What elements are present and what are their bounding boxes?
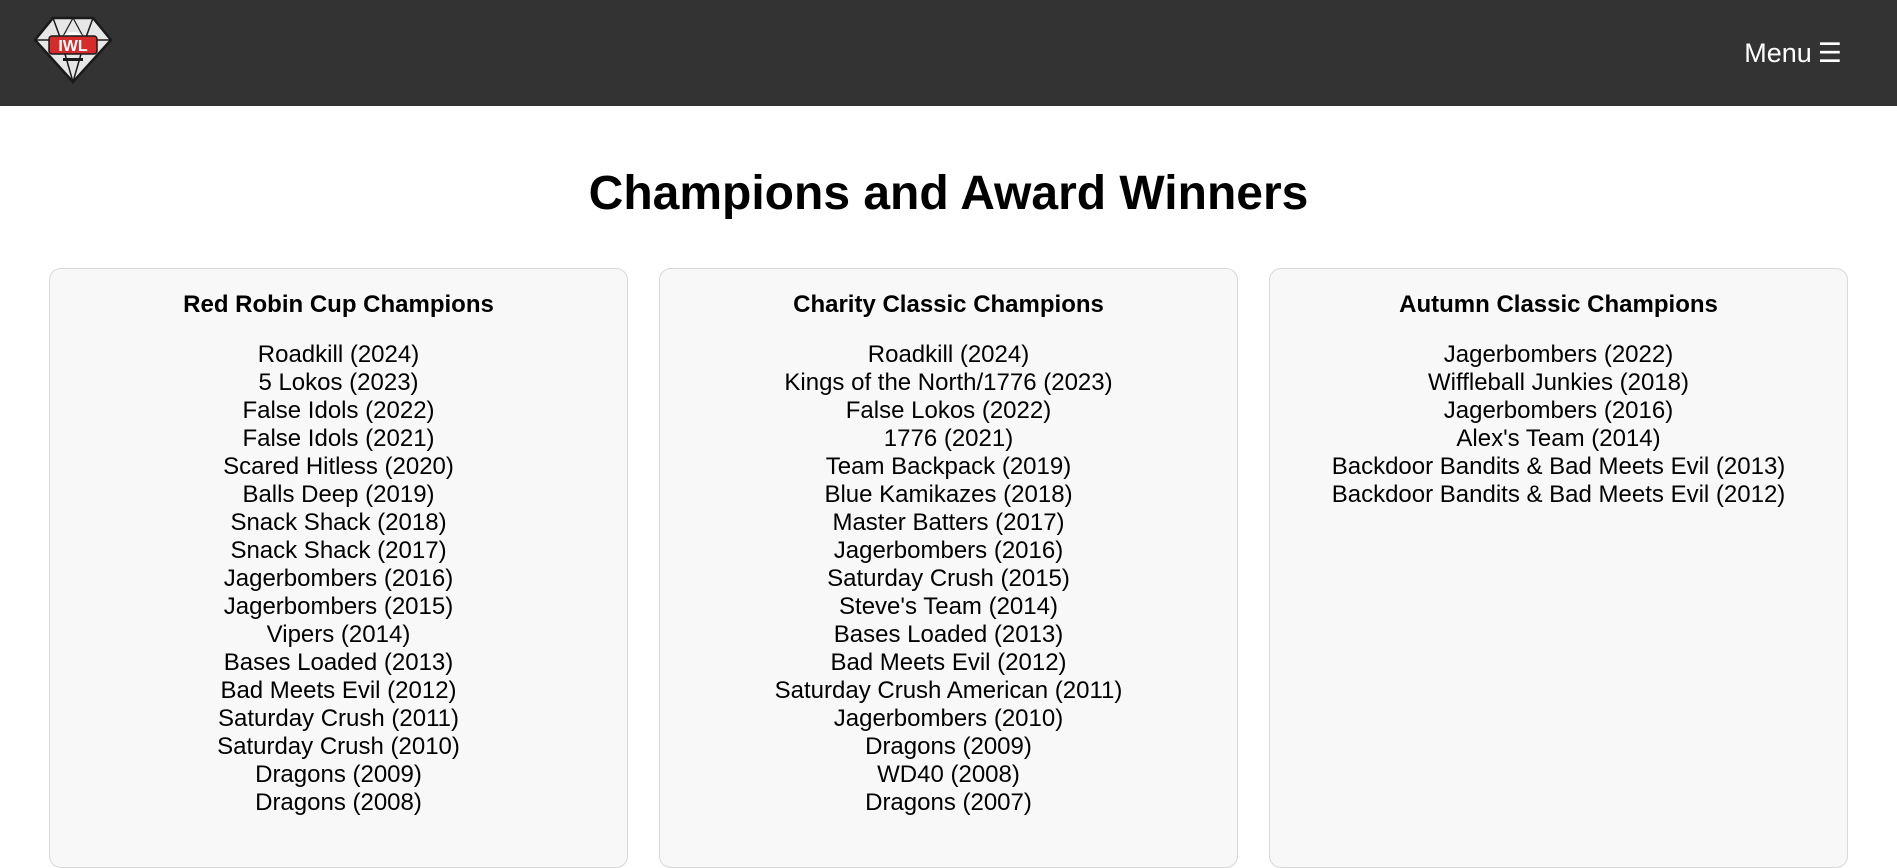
list-item: Jagerbombers (2022)	[1443, 341, 1674, 368]
list-item: Blue Kamikazes (2018)	[824, 481, 1073, 508]
list-item: Wiffleball Junkies (2018)	[1427, 369, 1689, 396]
list-item: Dragons (2009)	[865, 733, 1032, 760]
card-title: Autumn Classic Champions	[1399, 291, 1718, 318]
list-item: Bad Meets Evil (2012)	[830, 649, 1067, 676]
list-item: Dragons (2009)	[255, 761, 422, 788]
list-item: Balls Deep (2019)	[242, 481, 435, 508]
champions-list: Jagerbombers (2022) Wiffleball Junkies (…	[1270, 319, 1847, 509]
list-item: Alex's Team (2014)	[1456, 425, 1661, 452]
list-item: Jagerbombers (2015)	[223, 593, 454, 620]
list-item: Bases Loaded (2013)	[223, 649, 454, 676]
diamond-logo-icon: IWL	[33, 16, 113, 85]
menu-label: Menu	[1744, 38, 1812, 68]
menu-button[interactable]: Menu ☰	[1744, 36, 1842, 70]
list-item: Jagerbombers (2016)	[223, 565, 454, 592]
list-item: Kings of the North/1776 (2023)	[784, 369, 1113, 396]
list-item: Saturday Crush American (2011)	[774, 677, 1123, 704]
list-item: 5 Lokos (2023)	[258, 369, 419, 396]
champions-list: Roadkill (2024) Kings of the North/1776 …	[660, 319, 1237, 817]
list-item: Backdoor Bandits & Bad Meets Evil (2013)	[1331, 453, 1786, 480]
list-item: Jagerbombers (2010)	[833, 705, 1064, 732]
champions-list: Roadkill (2024) 5 Lokos (2023) False Ido…	[50, 319, 627, 817]
list-item: Team Backpack (2019)	[825, 453, 1072, 480]
list-item: False Lokos (2022)	[845, 397, 1052, 424]
list-item: Backdoor Bandits & Bad Meets Evil (2012)	[1331, 481, 1786, 508]
list-item: Saturday Crush (2010)	[217, 733, 460, 760]
list-item: Steve's Team (2014)	[839, 593, 1058, 620]
card-red-robin-cup: Red Robin Cup Champions Roadkill (2024) …	[49, 268, 628, 868]
list-item: Saturday Crush (2015)	[827, 565, 1070, 592]
list-item: Roadkill (2024)	[257, 341, 420, 368]
list-item: Scared Hitless (2020)	[223, 453, 454, 480]
card-title: Red Robin Cup Champions	[183, 291, 494, 318]
card-charity-classic: Charity Classic Champions Roadkill (2024…	[659, 268, 1238, 868]
list-item: Snack Shack (2017)	[230, 537, 447, 564]
list-item: Bad Meets Evil (2012)	[220, 677, 457, 704]
list-item: Snack Shack (2018)	[230, 509, 447, 536]
list-item: Vipers (2014)	[266, 621, 411, 648]
list-item: Jagerbombers (2016)	[1443, 397, 1674, 424]
top-navbar: IWL Menu ☰	[0, 0, 1897, 106]
list-item: Bases Loaded (2013)	[833, 621, 1064, 648]
list-item: 1776 (2021)	[883, 425, 1014, 452]
page-title: Champions and Award Winners	[588, 167, 1309, 220]
card-title: Charity Classic Champions	[793, 291, 1104, 318]
hamburger-icon: ☰	[1817, 38, 1842, 68]
list-item: Master Batters (2017)	[832, 509, 1065, 536]
home-logo-link[interactable]: IWL	[33, 16, 113, 85]
list-item: Saturday Crush (2011)	[217, 705, 459, 732]
list-item: WD40 (2008)	[877, 761, 1020, 788]
list-item: Roadkill (2024)	[867, 341, 1030, 368]
logo-text: IWL	[58, 38, 88, 55]
list-item: Jagerbombers (2016)	[833, 537, 1064, 564]
list-item: False Idols (2022)	[242, 397, 435, 424]
card-autumn-classic: Autumn Classic Champions Jagerbombers (2…	[1269, 268, 1848, 868]
list-item: False Idols (2021)	[242, 425, 435, 452]
